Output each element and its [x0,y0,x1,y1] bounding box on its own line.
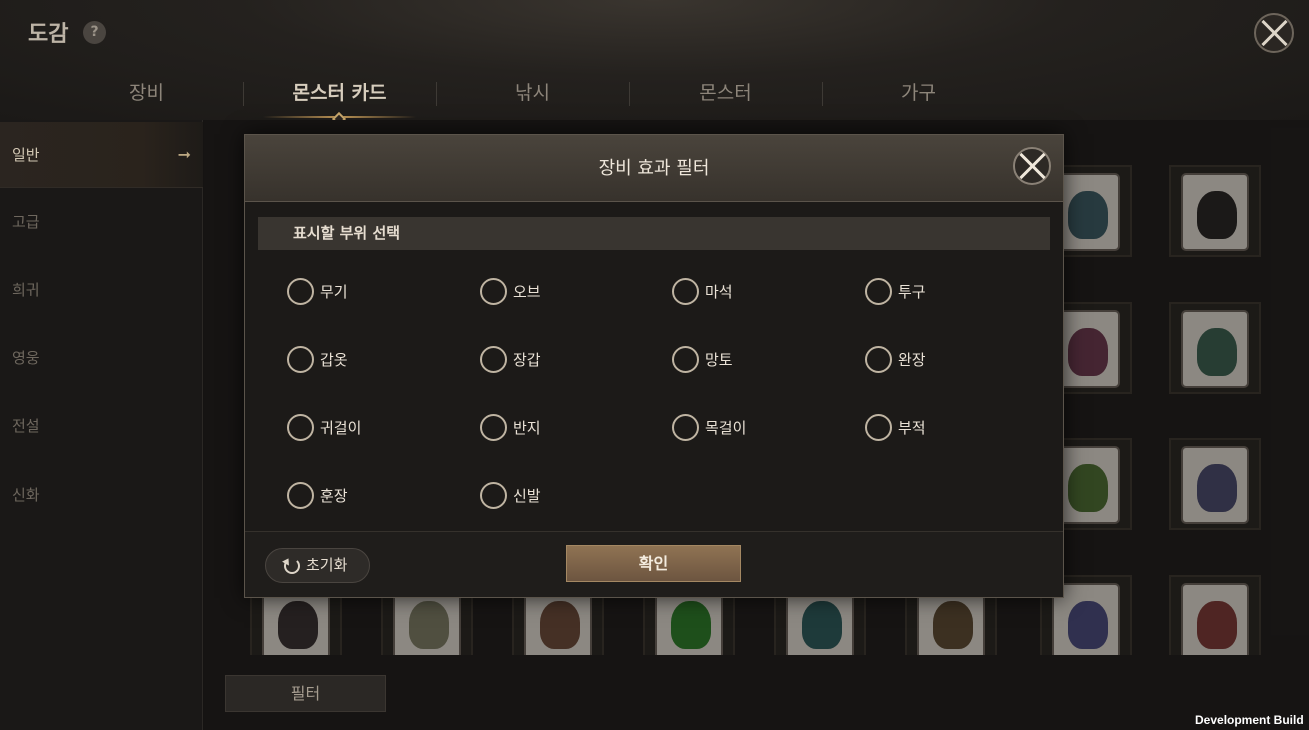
help-icon[interactable]: ? [83,21,106,44]
close-icon[interactable] [1013,147,1051,185]
sidebar-item-legend[interactable]: 전설 [0,393,203,459]
radio-button[interactable] [865,414,892,441]
tab-monster[interactable]: 몬스터 [629,70,822,120]
arrow-right-icon: ➞ [177,145,191,164]
sidebar-item-rare[interactable]: 희귀 [0,257,203,323]
tab-fishing[interactable]: 낚시 [436,70,629,120]
radio-button[interactable] [865,346,892,373]
sidebar-item-advanced[interactable]: 고급 [0,189,203,255]
radio-button[interactable] [672,414,699,441]
sidebar-item-myth[interactable]: 신화 [0,462,203,528]
radio-button[interactable] [287,482,314,509]
radio-button[interactable] [287,278,314,305]
dialog-header: 장비 효과 필터 [245,135,1063,202]
radio-button[interactable] [480,414,507,441]
tab-equipment[interactable]: 장비 [50,70,243,120]
radio-button[interactable] [672,278,699,305]
dialog-title: 장비 효과 필터 [598,158,710,179]
filter-button[interactable]: 필터 [225,675,386,712]
close-icon[interactable] [1254,13,1294,53]
category-tabs: 장비 몬스터 카드 낚시 몬스터 가구 [50,70,1116,127]
radio-button[interactable] [865,278,892,305]
radio-button[interactable] [287,346,314,373]
radio-button[interactable] [287,414,314,441]
dialog-footer: 초기화 확인 [245,531,1063,597]
radio-button[interactable] [672,346,699,373]
reset-icon [284,558,300,574]
grade-sidebar: 일반 ➞ 고급 희귀 영웅 전설 신화 [0,120,203,730]
section-header: 표시할 부위 선택 [258,217,1050,250]
radio-button[interactable] [480,482,507,509]
reset-label: 초기화 [306,556,348,574]
confirm-button[interactable]: 확인 [566,545,741,582]
radio-button[interactable] [480,346,507,373]
sidebar-item-normal[interactable]: 일반 ➞ [0,122,203,188]
reset-button[interactable]: 초기화 [265,548,370,583]
section-label: 표시할 부위 선택 [293,224,401,242]
tab-monster-card[interactable]: 몬스터 카드 [243,70,436,127]
tab-furniture[interactable]: 가구 [822,70,1015,120]
radio-button[interactable] [480,278,507,305]
dev-build-label: Development Build [1195,713,1304,727]
page-title: 도감 [28,22,69,47]
header: 도감 ? 장비 몬스터 카드 낚시 몬스터 가구 [0,0,1309,127]
equipment-effect-filter-dialog: 장비 효과 필터 표시할 부위 선택 무기 오브 마석 투구 갑옷 장갑 망토 … [244,134,1064,598]
sidebar-item-hero[interactable]: 영웅 [0,325,203,391]
